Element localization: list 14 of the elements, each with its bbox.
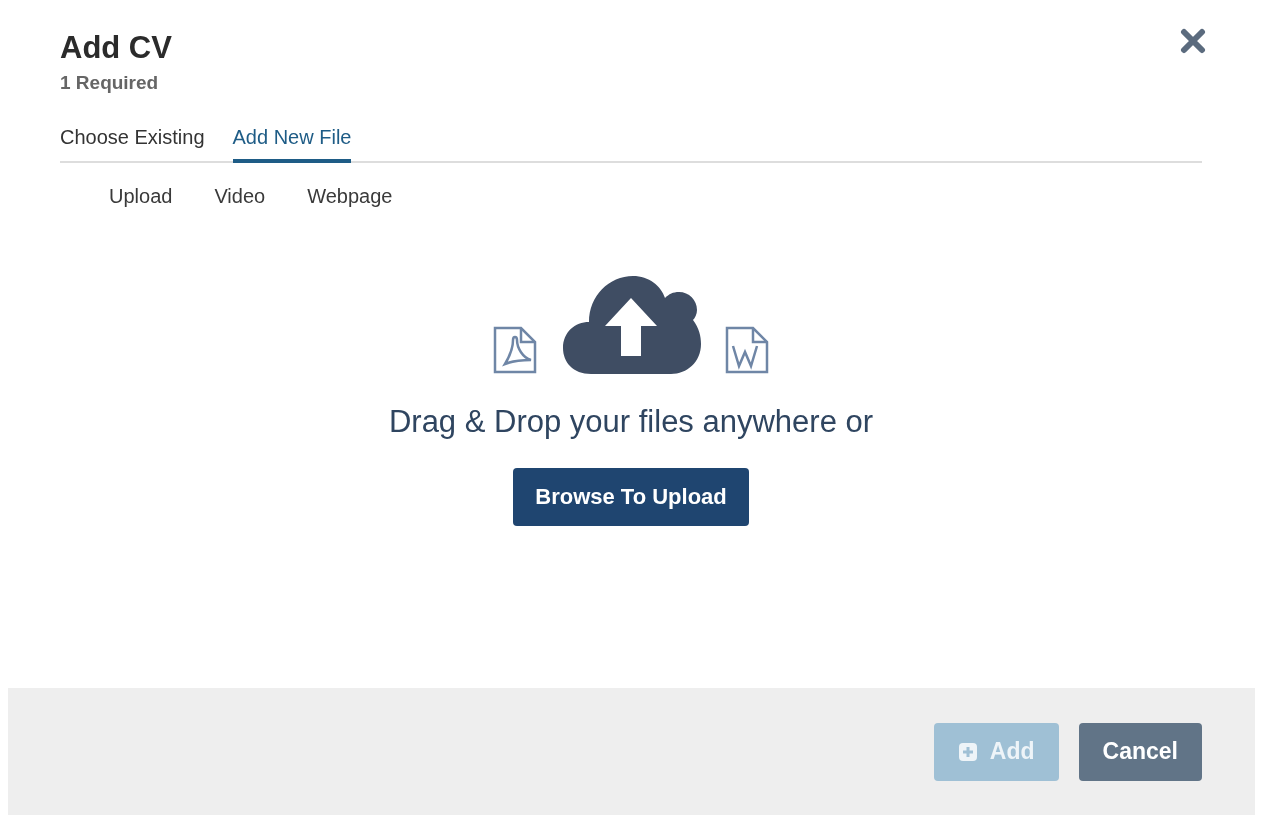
subtab[interactable]: Video: [193, 179, 287, 214]
dialog-title: Add CV: [60, 30, 172, 66]
required-count: 1 Required: [60, 72, 160, 94]
cancel-button[interactable]: Cancel: [1078, 722, 1202, 781]
word-file-icon: [723, 324, 771, 376]
tab[interactable]: Choose Existing: [60, 124, 205, 163]
plus-square-icon: [957, 741, 978, 762]
browse-button[interactable]: Browse To Upload: [513, 468, 749, 526]
close-icon[interactable]: [1180, 28, 1206, 54]
drop-instructions: Drag & Drop your files anywhere or: [388, 404, 874, 440]
subtab[interactable]: Webpage: [286, 179, 414, 214]
subtab[interactable]: Upload: [88, 179, 194, 214]
tab[interactable]: Add New File: [232, 124, 352, 163]
pdf-file-icon: [491, 324, 539, 376]
